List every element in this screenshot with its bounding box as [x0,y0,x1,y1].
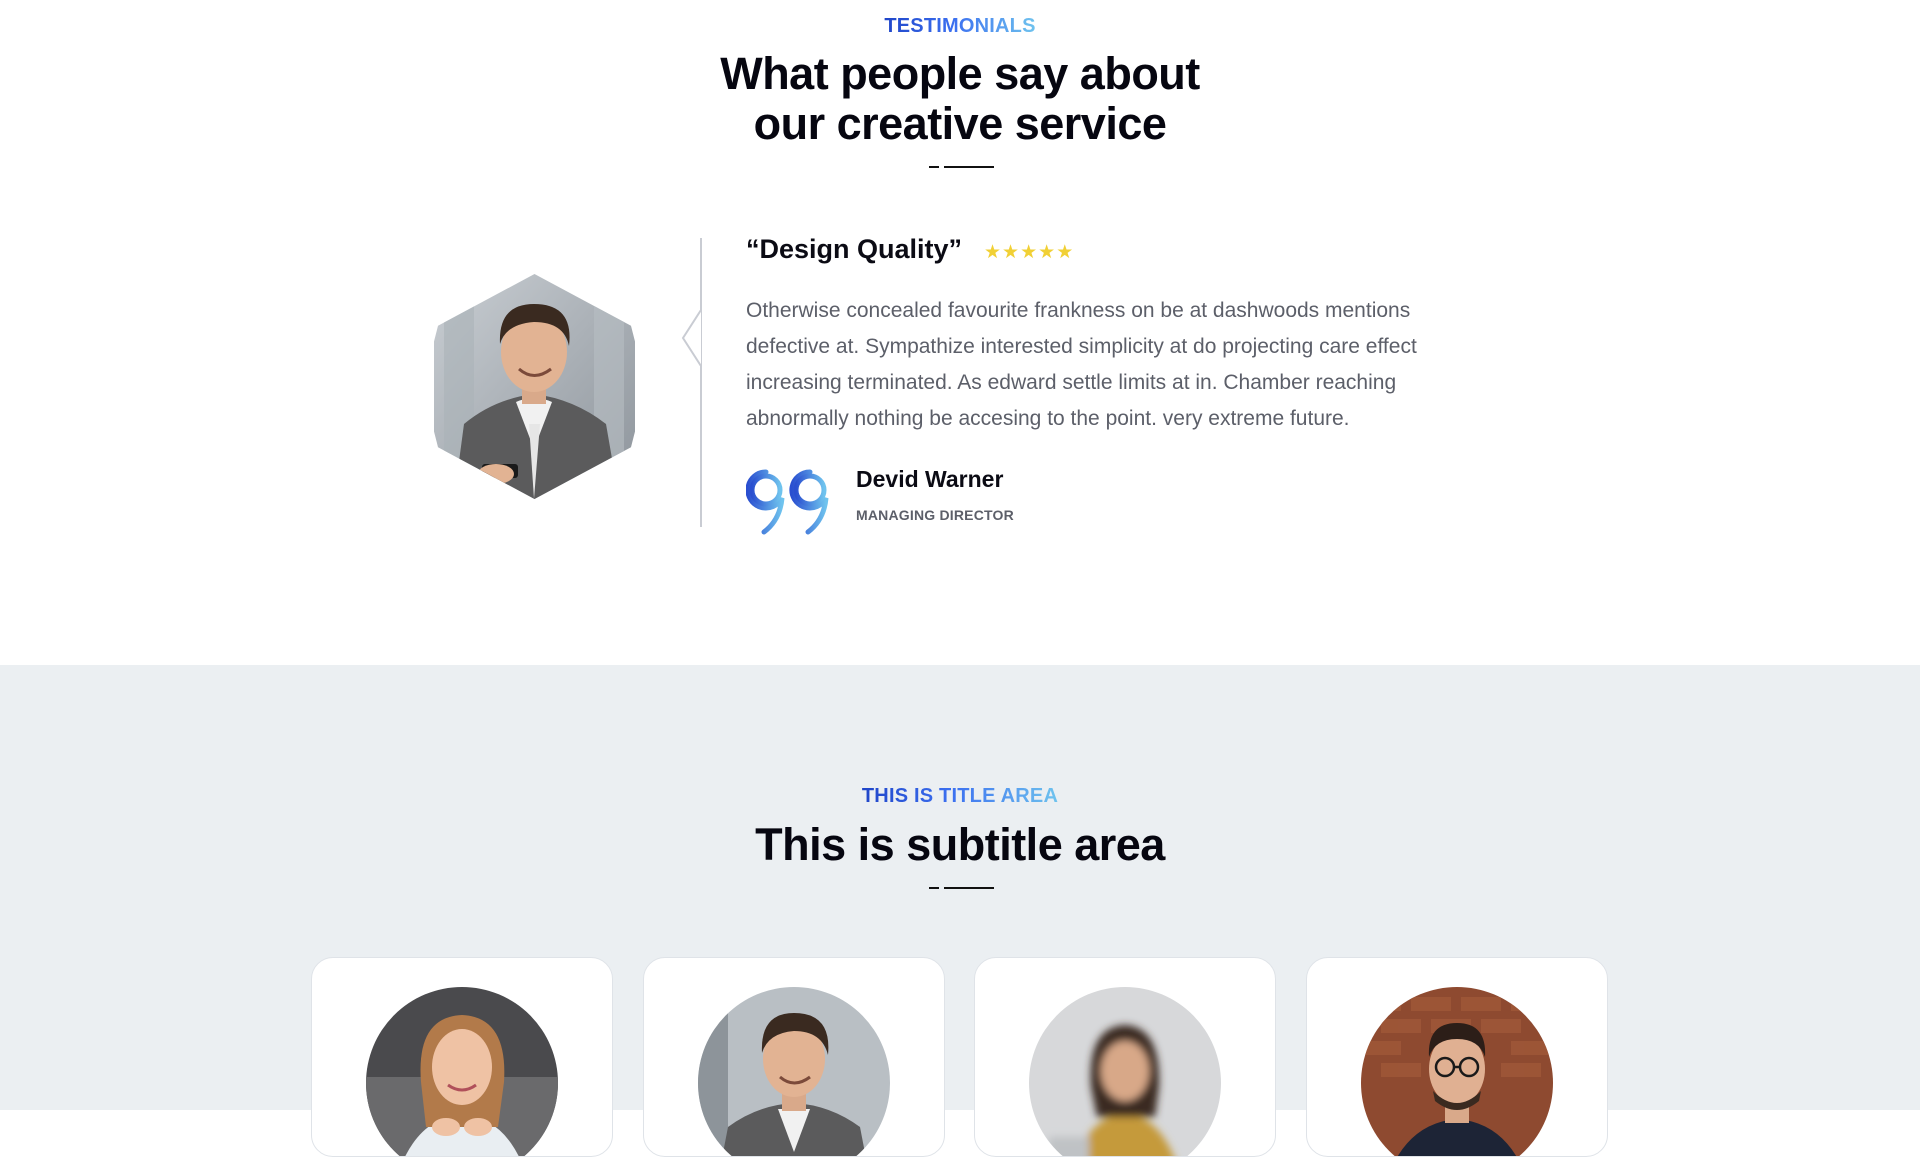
review-separator-line [700,238,702,527]
team-heading: This is subtitle area [755,819,1165,870]
pointer-arrow-icon [681,310,702,366]
man-smiling-avatar [698,987,890,1156]
woman-smiling-avatar [366,987,558,1156]
testimonials-heading: What people say about our creative servi… [0,49,1920,149]
team-card[interactable] [974,957,1276,1157]
man-glasses-avatar [1361,987,1553,1156]
team-eyebrow-text: THIS IS TITLE AREA [861,785,1059,807]
team-card[interactable] [1306,957,1608,1157]
team-section: THIS IS TITLE AREA This is subtitle area [0,665,1920,1157]
star-icon: ★ [984,242,1002,263]
team-eyebrow: THIS IS TITLE AREA [0,785,1920,808]
rating-stars: ★ ★ ★ ★ ★ [984,243,1073,263]
testimonials-eyebrow-text: TESTIMONIALS [884,15,1036,37]
reviewer-photo [434,274,635,499]
author-name: Devid Warner [856,466,1004,492]
testimonials-eyebrow: TESTIMONIALS [0,15,1920,38]
team-card[interactable] [311,957,613,1157]
team-heading-divider [929,887,995,889]
author-role: MANAGING DIRECTOR [856,507,1014,523]
review-body: Otherwise concealed favourite frankness … [746,299,1417,430]
star-icon: ★ [1020,242,1038,263]
heading-divider [929,166,995,168]
testimonials-heading-line1: What people say about [720,48,1200,99]
quote-mark-icon [746,469,829,535]
star-icon: ★ [1002,242,1020,263]
review-title: “Design Quality” [746,234,963,264]
testimonials-section: TESTIMONIALS What people say about our c… [0,0,1920,665]
star-icon: ★ [1038,242,1056,263]
star-icon: ★ [1056,242,1074,263]
testimonials-heading-line2: our creative service [753,98,1167,149]
team-card[interactable] [643,957,945,1157]
woman-blurred-avatar [1029,987,1221,1156]
